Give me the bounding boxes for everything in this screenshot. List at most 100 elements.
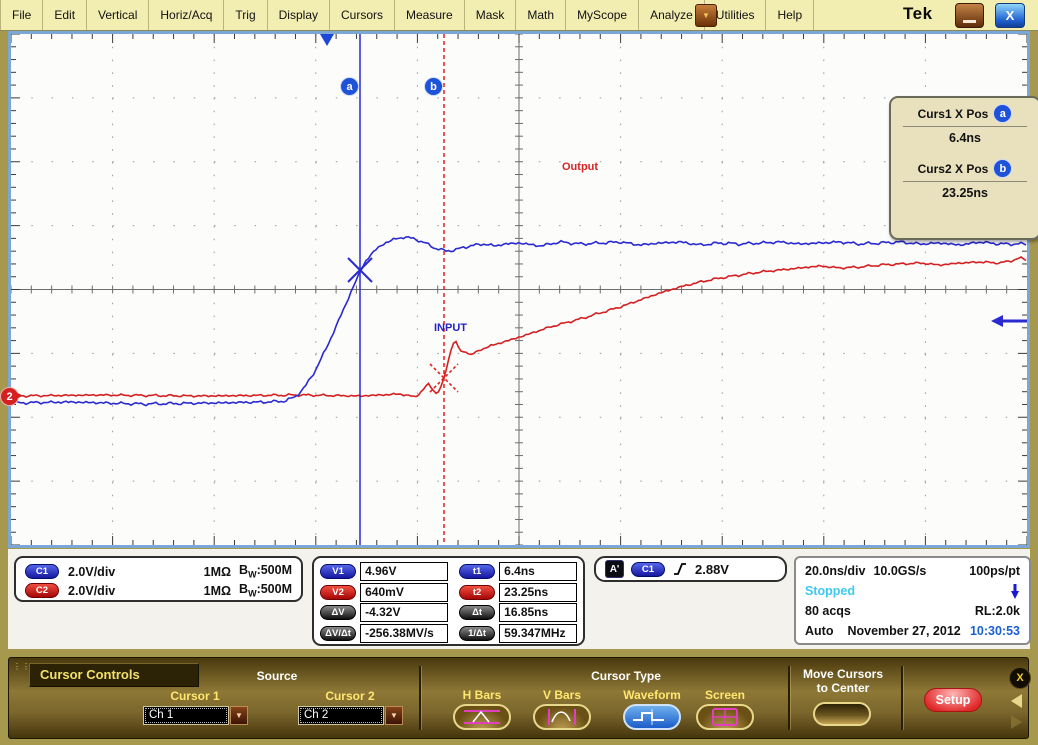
menu-myscope[interactable]: MyScope (566, 0, 639, 30)
acquisition-status-box: 20.0ns/div 10.0GS/s 100ps/pt Stopped 80 … (794, 556, 1031, 645)
delta-t-pill: Δt (459, 605, 495, 620)
setup-button[interactable]: Setup (924, 688, 982, 712)
c1-impedance: 1MΩ (204, 565, 231, 579)
waveform-cursor-icon (625, 706, 679, 728)
close-icon: X (1006, 8, 1015, 23)
vbars-button[interactable] (533, 704, 591, 730)
cursor-control-panel: ⋮⋮ Cursor Controls Source Cursor 1 Ch 1 … (8, 657, 1029, 739)
menu-trig[interactable]: Trig (224, 0, 267, 30)
divider (903, 126, 1027, 127)
waveform-cursor-label: Waveform (615, 688, 689, 702)
trigger-mode: Auto (805, 624, 833, 638)
curs1-value: 6.4ns (899, 131, 1031, 145)
t2-value: 23.25ns (499, 583, 577, 602)
screen-cursor-icon (698, 706, 752, 728)
cursor-readout-box: Curs1 X Pos a 6.4ns Curs2 X Pos b 23.25n… (889, 96, 1038, 240)
vbars-label: V Bars (533, 688, 591, 702)
dv-dt-pill: ΔV/Δt (320, 626, 356, 641)
curs2-value: 23.25ns (899, 186, 1031, 200)
inv-delta-t-value: 59.347MHz (499, 624, 577, 643)
cursor-a-badge[interactable]: a (340, 77, 359, 96)
v2-pill: V2 (320, 585, 356, 600)
move-cursors-button[interactable] (813, 702, 871, 726)
trigger-readout-box: A' C1 2.88V (594, 556, 787, 582)
cursor2-label: Cursor 2 (314, 689, 386, 703)
channel-settings-box: C1 2.0V/div 1MΩ BW:500M C2 2.0V/div 1MΩ … (14, 556, 303, 602)
resolution: 100ps/pt (969, 564, 1020, 578)
v1-value: 4.96V (360, 562, 448, 581)
delta-v-value: -4.32V (360, 603, 448, 622)
hbars-label: H Bars (453, 688, 511, 702)
divider (419, 666, 421, 730)
cursor2-source-select[interactable]: Ch 2 (298, 706, 384, 725)
channel-2-arrow-icon: ▶ (16, 390, 23, 401)
cursor2-select-arrow[interactable]: ▼ (385, 706, 403, 725)
menu-help[interactable]: Help (766, 0, 814, 30)
chevron-down-icon: ▼ (235, 711, 243, 720)
dv-dt-value: -256.38MV/s (360, 624, 448, 643)
clock-time: 10:30:53 (970, 624, 1020, 638)
trigger-position-marker[interactable] (320, 34, 334, 46)
cursor-b-badge[interactable]: b (424, 77, 443, 96)
divider (903, 181, 1027, 182)
menu-vertical[interactable]: Vertical (87, 0, 149, 30)
edge-arrow-icon (991, 315, 1003, 327)
panel-next-arrow[interactable] (1011, 715, 1022, 729)
trigger-source-pill: C1 (631, 562, 665, 577)
c1-pill: C1 (25, 564, 59, 579)
curs2-badge-icon: b (993, 159, 1012, 178)
hbars-icon (455, 706, 509, 728)
date: November 27, 2012 (847, 624, 960, 638)
cursor1-source-select[interactable]: Ch 1 (143, 706, 229, 725)
menu-display[interactable]: Display (268, 0, 330, 30)
minimize-button[interactable] (955, 3, 984, 28)
delta-t-value: 16.85ns (499, 603, 577, 622)
curs1-badge-icon: a (993, 104, 1012, 123)
move-cursors-label-line2: to Center (801, 681, 885, 695)
v1-pill: V1 (320, 564, 356, 579)
menu-horiz-acq[interactable]: Horiz/Acq (149, 0, 224, 30)
output-trace-label: Output (562, 161, 598, 173)
menu-cursors[interactable]: Cursors (330, 0, 395, 30)
chevron-down-icon: ▼ (702, 11, 710, 20)
acquisition-state: Stopped (805, 584, 855, 598)
rising-edge-icon (672, 561, 688, 577)
cursor-type-section-label: Cursor Type (561, 669, 691, 683)
waveform-display[interactable]: a b Output INPUT Curs1 X Pos a 6.4ns Cur… (8, 31, 1030, 548)
timebase: 20.0ns/div (805, 564, 865, 578)
c2-impedance: 1MΩ (204, 584, 231, 598)
panel-close-button[interactable]: X (1009, 667, 1031, 689)
tek-logo: Tek (903, 4, 933, 24)
menu-dropdown-button[interactable]: ▼ (695, 4, 717, 27)
close-window-button[interactable]: X (995, 3, 1025, 28)
trigger-position-icon (1010, 583, 1020, 600)
sample-rate: 10.0GS/s (873, 564, 926, 578)
waveform-cursor-button[interactable] (623, 704, 681, 730)
t2-pill: t2 (459, 585, 495, 600)
menu-file[interactable]: File (0, 0, 43, 30)
menu-measure[interactable]: Measure (395, 0, 465, 30)
hbars-button[interactable] (453, 704, 511, 730)
move-cursors-label-line1: Move Cursors (801, 667, 885, 681)
curs1-label: Curs1 X Pos (918, 107, 989, 121)
panel-prev-arrow[interactable] (1011, 694, 1022, 708)
measurement-readout-box: V1 4.96V t1 6.4ns V2 640mV t2 23.25ns ΔV… (312, 556, 585, 646)
divider (788, 666, 790, 730)
menu-edit[interactable]: Edit (43, 0, 87, 30)
waveform-svg[interactable] (11, 34, 1027, 545)
menu-mask[interactable]: Mask (465, 0, 517, 30)
inv-delta-t-pill: 1/Δt (459, 626, 495, 641)
c1-bandwidth: BW:500M (239, 563, 292, 580)
t1-pill: t1 (459, 564, 495, 579)
screen-cursor-label: Screen (696, 688, 754, 702)
c2-scale: 2.0V/div (68, 584, 115, 598)
panel-title: Cursor Controls (29, 663, 199, 687)
menu-math[interactable]: Math (516, 0, 566, 30)
cursor1-select-arrow[interactable]: ▼ (230, 706, 248, 725)
minimize-icon (963, 20, 976, 23)
chevron-down-icon: ▼ (390, 711, 398, 720)
divider (901, 666, 903, 730)
trigger-a-badge: A' (605, 560, 624, 578)
cursor1-label: Cursor 1 (159, 689, 231, 703)
screen-cursor-button[interactable] (696, 704, 754, 730)
